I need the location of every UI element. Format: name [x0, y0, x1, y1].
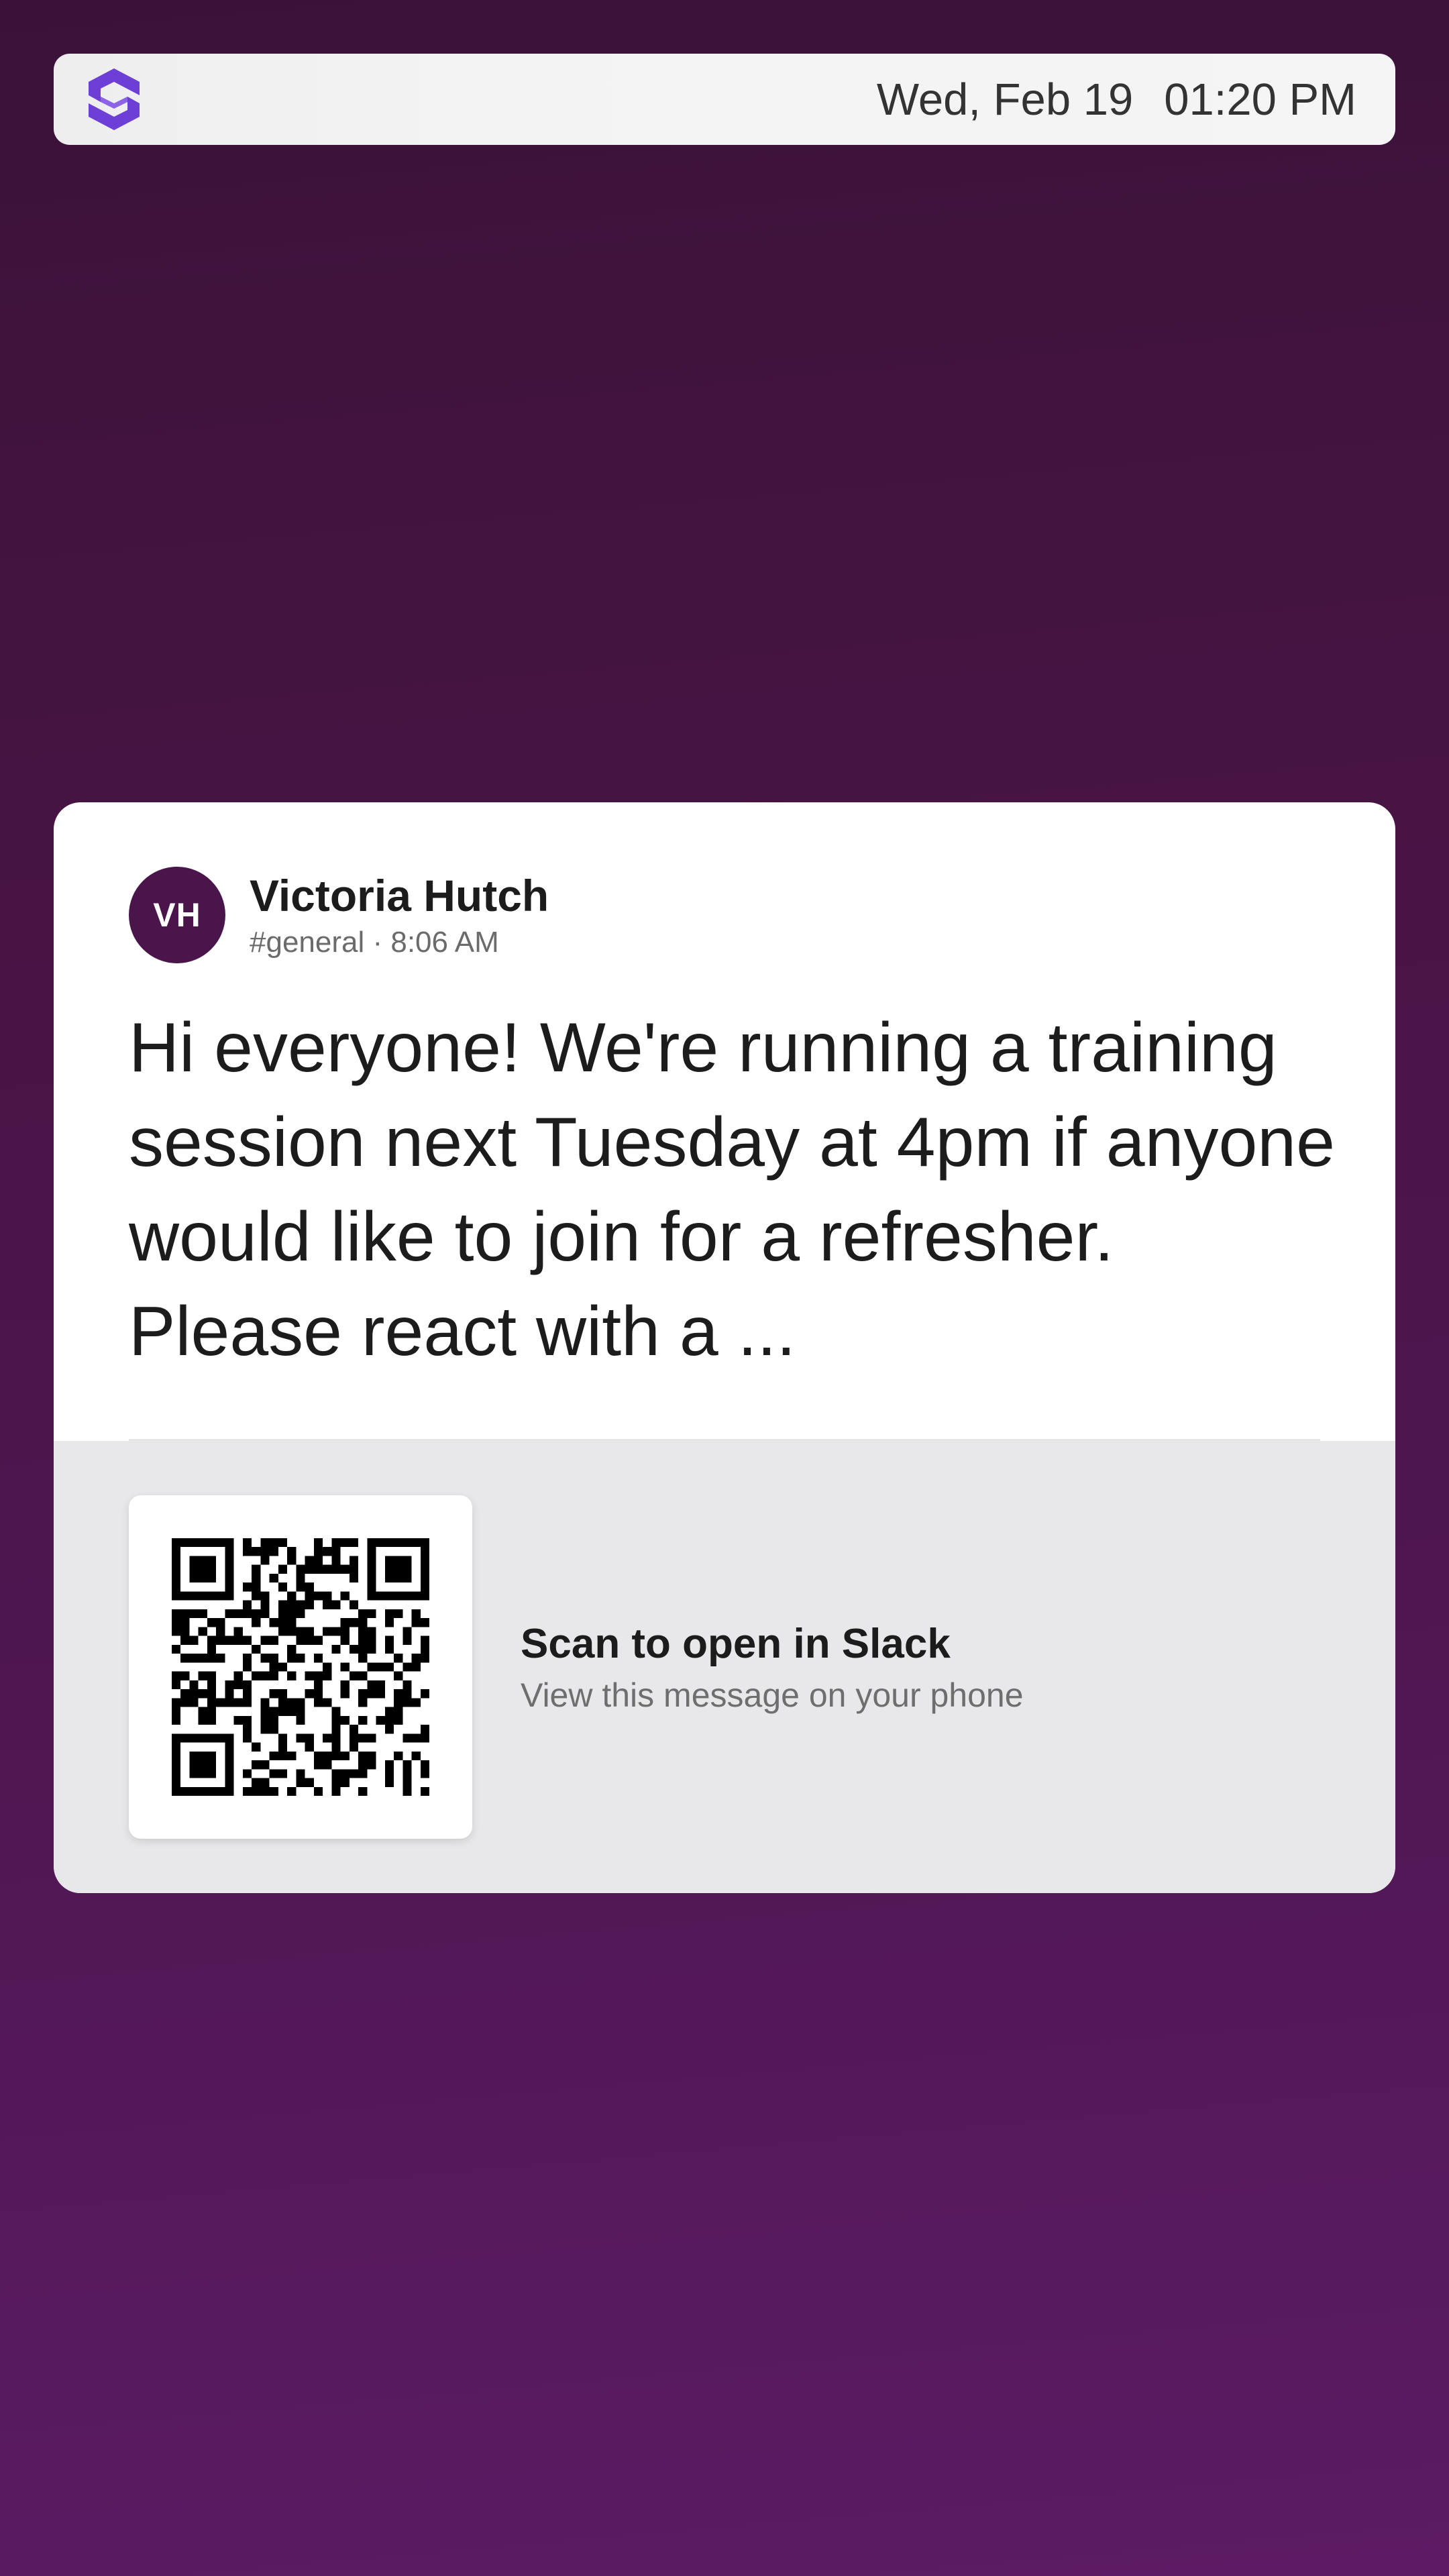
status-bar: Wed, Feb 19 01:20 PM: [54, 54, 1395, 145]
scan-title: Scan to open in Slack: [521, 1621, 951, 1667]
qr-panel: Scan to open in Slack View this message …: [54, 1441, 1395, 1893]
author-block: Victoria Hutch #general · 8:06 AM: [250, 869, 549, 961]
author-name: Victoria Hutch: [250, 871, 549, 920]
message-card[interactable]: VH Victoria Hutch #general · 8:06 AM Hi …: [54, 802, 1395, 1893]
current-date: Wed, Feb 19: [876, 74, 1134, 125]
current-time: 01:20 PM: [1164, 74, 1356, 125]
message-text: Hi everyone! We're running a training se…: [129, 1009, 1335, 1371]
avatar: VH: [129, 867, 225, 963]
channel-timestamp: #general · 8:06 AM: [250, 926, 499, 959]
message-body: VH Victoria Hutch #general · 8:06 AM Hi …: [54, 802, 1395, 1441]
scan-subtitle: View this message on your phone: [521, 1676, 1024, 1714]
date-time: Wed, Feb 19 01:20 PM: [877, 74, 1356, 125]
scan-text: Scan to open in Slack View this message …: [521, 1617, 1024, 1717]
app-logo-icon: [89, 68, 140, 130]
qr-code-icon: [129, 1495, 472, 1839]
message-header: VH Victoria Hutch #general · 8:06 AM: [129, 867, 1320, 963]
